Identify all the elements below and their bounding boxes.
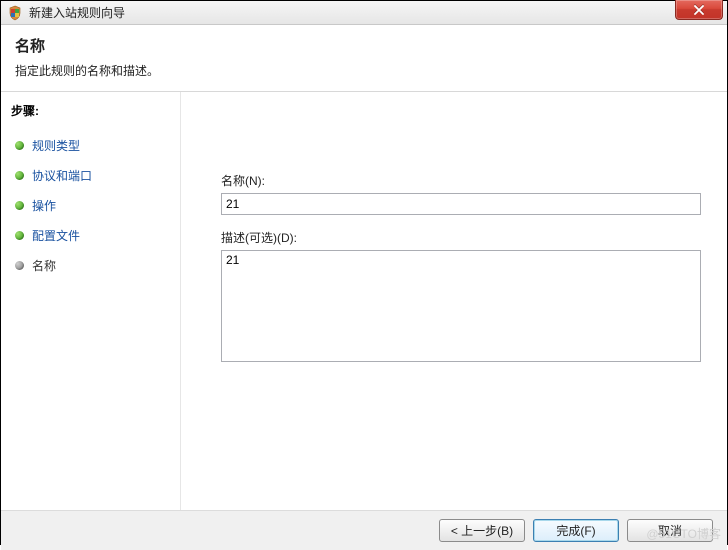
steps-sidebar: 步骤: 规则类型 协议和端口 操作 配置文件 名称 bbox=[1, 92, 181, 510]
step-label: 配置文件 bbox=[32, 227, 80, 244]
finish-button[interactable]: 完成(F) bbox=[533, 519, 619, 542]
description-field-block: 描述(可选)(D): bbox=[221, 229, 701, 365]
bullet-icon bbox=[15, 171, 24, 180]
titlebar: 新建入站规则向导 bbox=[1, 1, 727, 25]
header-panel: 名称 指定此规则的名称和描述。 bbox=[1, 25, 727, 91]
bullet-icon bbox=[15, 261, 24, 270]
app-icon bbox=[7, 5, 23, 21]
page-title: 名称 bbox=[15, 35, 713, 56]
step-action[interactable]: 操作 bbox=[11, 193, 170, 223]
step-label: 操作 bbox=[32, 197, 56, 214]
close-icon bbox=[693, 5, 705, 15]
step-profile[interactable]: 配置文件 bbox=[11, 223, 170, 253]
name-label: 名称(N): bbox=[221, 172, 701, 189]
steps-heading: 步骤: bbox=[11, 102, 170, 119]
name-input[interactable] bbox=[221, 193, 701, 215]
step-label: 名称 bbox=[32, 257, 56, 274]
bullet-icon bbox=[15, 201, 24, 210]
window-title: 新建入站规则向导 bbox=[29, 4, 125, 21]
bullet-icon bbox=[15, 141, 24, 150]
cancel-button[interactable]: 取消 bbox=[627, 519, 713, 542]
steps-list: 规则类型 协议和端口 操作 配置文件 名称 bbox=[11, 133, 170, 283]
step-protocol-ports[interactable]: 协议和端口 bbox=[11, 163, 170, 193]
form-area: 名称(N): 描述(可选)(D): bbox=[181, 92, 727, 510]
back-button[interactable]: < 上一步(B) bbox=[439, 519, 525, 542]
name-field-block: 名称(N): bbox=[221, 172, 701, 215]
footer-buttons: < 上一步(B) 完成(F) 取消 bbox=[1, 510, 727, 550]
bullet-icon bbox=[15, 231, 24, 240]
page-description: 指定此规则的名称和描述。 bbox=[15, 62, 713, 79]
description-label: 描述(可选)(D): bbox=[221, 229, 701, 246]
description-input[interactable] bbox=[221, 250, 701, 362]
step-name[interactable]: 名称 bbox=[11, 253, 170, 283]
step-label: 规则类型 bbox=[32, 137, 80, 154]
step-label: 协议和端口 bbox=[32, 167, 92, 184]
step-rule-type[interactable]: 规则类型 bbox=[11, 133, 170, 163]
close-button[interactable] bbox=[675, 0, 723, 20]
wizard-body: 步骤: 规则类型 协议和端口 操作 配置文件 名称 bbox=[1, 92, 727, 510]
